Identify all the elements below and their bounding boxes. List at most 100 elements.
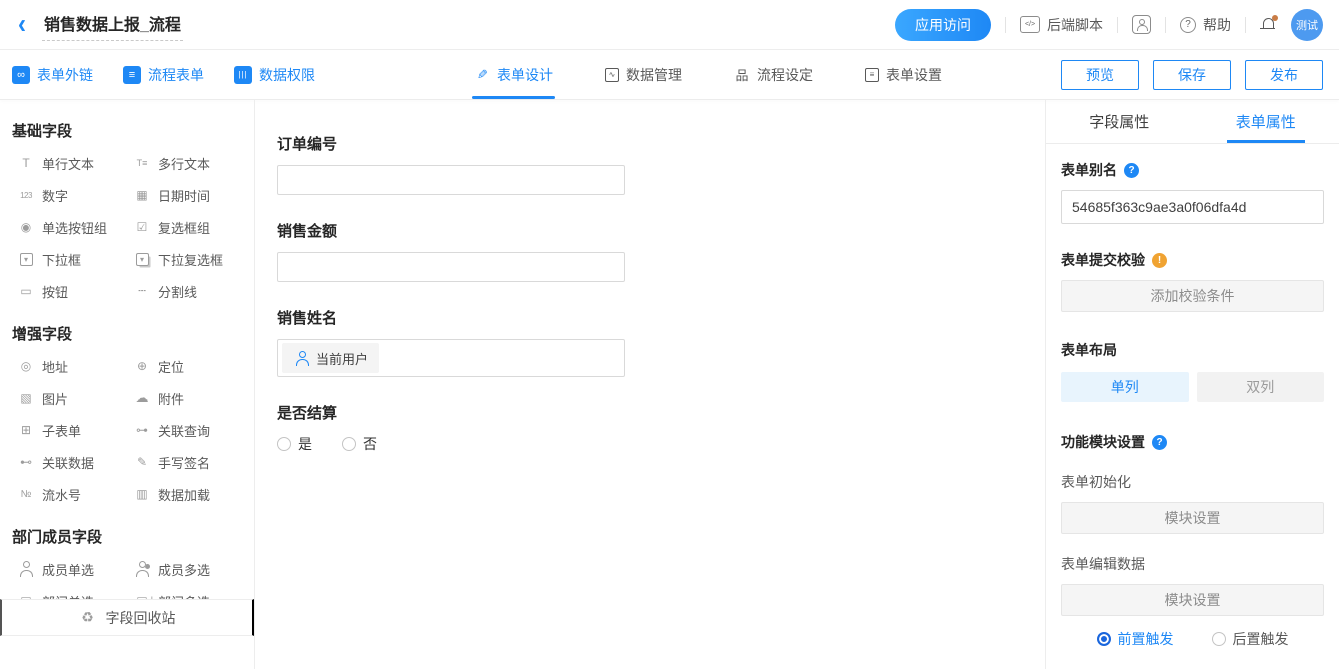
palette-item-subform[interactable]: 子表单 (17, 414, 133, 446)
user-avatar[interactable]: 测试 (1291, 8, 1323, 41)
palette-item-divider[interactable]: 分割线 (133, 275, 249, 307)
palette-item-lookup-query[interactable]: 关联查询 (133, 414, 249, 446)
palette-item-label: 下拉复选框 (158, 252, 224, 268)
member-select-input[interactable]: 当前用户 (277, 339, 625, 377)
layout-double-column-button[interactable]: 双列 (1196, 372, 1324, 402)
form-init-module-button[interactable]: 模块设置 (1061, 502, 1324, 534)
palette-item-checkbox-group[interactable]: 复选框组 (133, 211, 249, 243)
flow-form-shortcut[interactable]: 流程表单 (123, 65, 204, 85)
tab-label: 数据管理 (626, 66, 682, 83)
palette-item-linked-data[interactable]: 关联数据 (17, 446, 133, 478)
app-access-button[interactable]: 应用访问 (895, 8, 991, 41)
palette-item-member-multi[interactable]: 成员多选 (133, 553, 249, 585)
palette-item-signature[interactable]: 手写签名 (133, 446, 249, 478)
data-load-icon (133, 486, 151, 502)
back-icon[interactable]: ‹ (18, 10, 26, 39)
save-button[interactable]: 保存 (1153, 59, 1231, 90)
multi-select-icon (135, 252, 149, 266)
tab-form-design[interactable]: 表单设计 (472, 50, 555, 99)
order-number-input[interactable] (277, 165, 625, 195)
radio-selected-icon (1096, 632, 1111, 646)
form-field-is-settled[interactable]: 是否结算 是 否 (277, 402, 625, 454)
tab-form-properties[interactable]: 表单属性 (1193, 100, 1339, 143)
address-icon (17, 358, 35, 374)
palette-item-multi-line-text[interactable]: 多行文本 (133, 147, 249, 179)
field-recycle-bin-button[interactable]: 字段回收站 (0, 599, 254, 636)
contacts-button[interactable] (1132, 15, 1151, 34)
palette-item-location[interactable]: 定位 (133, 350, 249, 382)
palette-item-label: 分割线 (158, 284, 198, 300)
add-validation-button[interactable]: 添加校验条件 (1061, 280, 1324, 312)
palette-item-label: 部门多选 (158, 592, 210, 600)
header-right: 应用访问 后端脚本 帮助 测试 (895, 8, 1323, 41)
help-button[interactable]: 帮助 (1180, 15, 1231, 35)
backend-script-button[interactable]: 后端脚本 (1020, 15, 1103, 35)
palette-item-data-load[interactable]: 数据加载 (133, 478, 249, 510)
tab-flow-setting[interactable]: 流程设定 (734, 50, 813, 99)
form-edit-module-button[interactable]: 模块设置 (1061, 584, 1324, 616)
help-circle-icon[interactable] (1152, 434, 1167, 450)
section-title-enhanced-fields: 增强字段 (12, 326, 73, 343)
radio-label: 否 (363, 436, 377, 452)
layout-single-column-button[interactable]: 单列 (1061, 372, 1189, 402)
palette-item-label: 地址 (42, 359, 69, 375)
tab-form-setting[interactable]: 表单设置 (865, 50, 942, 99)
form-setting-icon (865, 67, 879, 82)
checkbox-group-icon (133, 219, 151, 235)
notification-bell-icon[interactable] (1260, 15, 1278, 33)
main-body: 基础字段 单行文本 多行文本 数字 日期时间 单选按钮组 复选框组 下拉框 下拉… (0, 100, 1339, 669)
palette-item-number[interactable]: 数字 (17, 179, 133, 211)
tab-data-manage[interactable]: 数据管理 (605, 50, 682, 99)
divider (1165, 16, 1166, 33)
palette-item-address[interactable]: 地址 (17, 350, 133, 382)
multi-line-text-icon (133, 155, 151, 171)
palette-item-radio-group[interactable]: 单选按钮组 (17, 211, 133, 243)
palette-item-attachment[interactable]: 附件 (133, 382, 249, 414)
palette-item-multi-select[interactable]: 下拉复选框 (133, 243, 249, 275)
current-user-chip[interactable]: 当前用户 (282, 343, 380, 373)
warning-circle-icon[interactable] (1152, 252, 1167, 268)
number-icon (17, 187, 35, 203)
palette-item-dept-multi[interactable]: 部门多选 (133, 585, 249, 600)
form-design-canvas[interactable]: 订单编号 销售金额 销售姓名 当前用户 是否结算 是 否 (255, 100, 1045, 669)
attachment-icon (133, 390, 151, 406)
trigger-before-radio[interactable]: 前置触发 (1096, 629, 1174, 649)
palette-item-select[interactable]: 下拉框 (17, 243, 133, 275)
data-permission-icon (234, 65, 252, 84)
form-field-sales-person[interactable]: 销售姓名 当前用户 (277, 307, 625, 377)
trigger-options-row: 前置触发 后置触发 (1061, 629, 1324, 649)
form-alias-input[interactable] (1061, 190, 1324, 224)
publish-button[interactable]: 发布 (1245, 59, 1323, 90)
data-permission-shortcut[interactable]: 数据权限 (234, 65, 315, 85)
form-alias-label-row: 表单别名 (1061, 160, 1324, 180)
page-title[interactable]: 销售数据上报_流程 (42, 9, 183, 41)
external-link-shortcut[interactable]: 表单外链 (12, 65, 93, 85)
palette-item-label: 单行文本 (42, 156, 95, 172)
app-header: ‹ 销售数据上报_流程 应用访问 后端脚本 帮助 测试 (0, 0, 1339, 50)
palette-item-single-line-text[interactable]: 单行文本 (17, 147, 133, 179)
preview-button[interactable]: 预览 (1061, 59, 1139, 90)
palette-item-dept-single[interactable]: 部门单选 (17, 585, 133, 600)
backend-script-label: 后端脚本 (1047, 16, 1103, 33)
tab-field-properties[interactable]: 字段属性 (1046, 100, 1193, 143)
properties-content: 表单别名 表单提交校验 添加校验条件 表单布局 单列 双列 功能模块设置 (1046, 144, 1339, 669)
trigger-after-radio[interactable]: 后置触发 (1211, 629, 1289, 649)
palette-item-member-single[interactable]: 成员单选 (17, 553, 133, 585)
palette-item-datetime[interactable]: 日期时间 (133, 179, 249, 211)
form-field-sales-amount[interactable]: 销售金额 (277, 220, 625, 282)
shortcut-label: 数据权限 (259, 66, 315, 83)
layout-options-row: 单列 双列 (1061, 372, 1324, 402)
enhanced-fields-grid: 地址 定位 图片 附件 子表单 关联查询 关联数据 手写签名 流水号 数据加载 (0, 350, 254, 510)
radio-option-yes[interactable]: 是 (277, 434, 312, 454)
palette-item-serial-number[interactable]: 流水号 (17, 478, 133, 510)
shortcut-label: 表单外链 (37, 66, 93, 83)
help-circle-icon[interactable] (1124, 162, 1139, 178)
serial-number-icon (17, 486, 35, 502)
form-field-order-number[interactable]: 订单编号 (277, 133, 625, 195)
tab-label: 表单设计 (497, 66, 553, 83)
palette-item-image[interactable]: 图片 (17, 382, 133, 414)
palette-item-button[interactable]: 按钮 (17, 275, 133, 307)
radio-option-no[interactable]: 否 (342, 434, 377, 454)
section-title-member-fields: 部门成员字段 (12, 529, 103, 546)
sales-amount-input[interactable] (277, 252, 625, 282)
